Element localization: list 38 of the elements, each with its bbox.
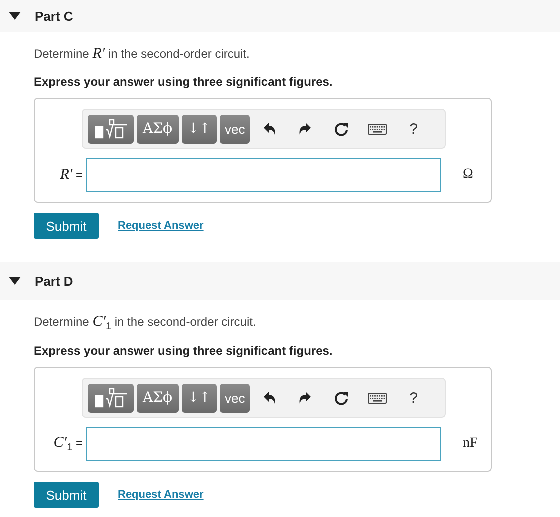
part-title: Part D [35, 274, 74, 288]
variable-label: R′ = [59, 166, 83, 184]
templates-button[interactable] [88, 384, 134, 413]
unit-label: Ω [463, 167, 474, 183]
answer-field[interactable] [86, 158, 441, 192]
submit-button[interactable]: Submit [34, 482, 99, 508]
part-title: Part C [35, 8, 74, 24]
symbol-button[interactable]: ΑΣϕ [137, 384, 179, 413]
templates-icon [94, 388, 128, 408]
instruction-text: Express your answer using three significant figures. [34, 75, 334, 89]
request-answer-link[interactable]: Request Answer [118, 489, 204, 502]
help-button[interactable]: ? [397, 384, 430, 413]
unit-label: nF [463, 436, 478, 452]
symbol-button[interactable]: ΑΣϕ [137, 114, 179, 144]
answer-field[interactable] [86, 427, 441, 462]
submit-button[interactable]: Submit [34, 213, 99, 239]
request-answer-link[interactable]: Request Answer [118, 220, 204, 232]
part-header[interactable]: Part C [0, 0, 560, 32]
reset-icon [334, 390, 350, 406]
undo-icon [263, 392, 276, 405]
help-button[interactable]: ? [397, 114, 430, 144]
keyboard-icon [368, 392, 388, 404]
question-text: Determine C′$_{1}$ in the second-order circuit. [34, 314, 258, 332]
variable-label: C′$_{1}$ = [52, 435, 83, 454]
reset-icon [334, 122, 350, 136]
symbol-button[interactable]: ↓↑ [182, 114, 218, 144]
redo-icon [299, 122, 312, 136]
instruction-text: Express your answer using three significant figures. [34, 344, 334, 358]
keyboard-icon [368, 124, 388, 134]
symbol-button[interactable]: vec [220, 384, 250, 413]
redo-icon [299, 392, 312, 405]
templates-button[interactable] [88, 114, 134, 144]
templates-icon [94, 119, 128, 139]
question-text: Determine R′ in the second-order circuit. [34, 46, 251, 63]
symbol-button[interactable]: ↓↑ [182, 384, 218, 413]
symbol-button[interactable]: vec [220, 114, 250, 144]
undo-icon [263, 122, 276, 136]
part-header[interactable]: Part D [0, 262, 560, 300]
